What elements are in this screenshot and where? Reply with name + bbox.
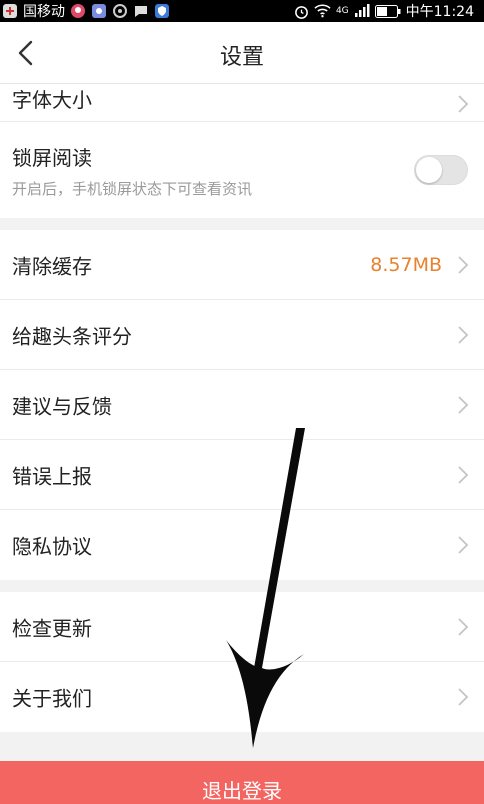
section-divider bbox=[0, 218, 484, 230]
about-label: 关于我们 bbox=[12, 686, 92, 711]
lock-screen-title: 锁屏阅读 bbox=[12, 146, 92, 170]
settings-item-error-report[interactable]: 错误上报 bbox=[0, 440, 484, 510]
settings-item-check-update[interactable]: 检查更新 bbox=[0, 592, 484, 662]
logout-button[interactable]: 退出登录 bbox=[0, 761, 484, 804]
network-type: 4G bbox=[335, 6, 349, 16]
status-bar: 国移动 4G 中午11:24 bbox=[0, 0, 484, 22]
settings-notification-icon bbox=[112, 3, 128, 19]
about-group: 检查更新 关于我们 bbox=[0, 592, 484, 732]
notification-plus-icon bbox=[2, 3, 18, 19]
chevron-right-icon bbox=[458, 688, 469, 706]
chevron-right-icon bbox=[458, 255, 469, 274]
page-title: 设置 bbox=[219, 45, 264, 70]
settings-item-about[interactable]: 关于我们 bbox=[0, 662, 484, 732]
section-divider bbox=[0, 580, 484, 592]
display-group: 字体大小 锁屏阅读 开启后，手机锁屏状态下可查看资讯 bbox=[0, 84, 484, 218]
settings-item-privacy[interactable]: 隐私协议 bbox=[0, 510, 484, 580]
chevron-right-icon bbox=[458, 617, 469, 636]
lock-screen-subtitle: 开启后，手机锁屏状态下可查看资讯 bbox=[12, 180, 253, 198]
nav-bar: 设置 bbox=[0, 22, 484, 84]
settings-item-lock-screen: 锁屏阅读 开启后，手机锁屏状态下可查看资讯 bbox=[0, 122, 484, 218]
chevron-right-icon bbox=[458, 465, 469, 484]
check-update-label: 检查更新 bbox=[12, 616, 92, 640]
wifi-icon bbox=[314, 4, 331, 18]
status-right: 4G 中午11:24 bbox=[294, 1, 474, 21]
settings-item-font-size[interactable]: 字体大小 bbox=[0, 84, 484, 122]
clock-time: 中午11:24 bbox=[405, 4, 474, 20]
general-group: 清除缓存 8.57MB 给趣头条评分 建议与反馈 错误上报 隐私协议 bbox=[0, 230, 484, 580]
signal-icon bbox=[354, 4, 370, 18]
browser-notification-icon bbox=[91, 3, 107, 19]
chevron-right-icon bbox=[458, 95, 469, 113]
chevron-right-icon bbox=[458, 325, 469, 344]
error-report-label: 错误上报 bbox=[12, 464, 92, 488]
settings-list: 字体大小 锁屏阅读 开启后，手机锁屏状态下可查看资讯 清除缓存 8.57MB 给… bbox=[0, 84, 484, 732]
rate-app-label: 给趣头条评分 bbox=[12, 324, 132, 348]
status-left: 国移动 bbox=[2, 1, 170, 21]
security-notification-icon bbox=[154, 3, 170, 19]
lock-screen-toggle[interactable] bbox=[414, 155, 468, 185]
feedback-label: 建议与反馈 bbox=[12, 394, 112, 418]
app-notification-icon bbox=[70, 3, 86, 19]
chevron-right-icon bbox=[458, 536, 469, 554]
settings-item-rate-app[interactable]: 给趣头条评分 bbox=[0, 300, 484, 370]
battery-icon bbox=[374, 4, 401, 18]
clear-cache-label: 清除缓存 bbox=[12, 254, 92, 278]
toggle-knob bbox=[416, 157, 442, 183]
font-size-label: 字体大小 bbox=[12, 88, 92, 112]
message-notification-icon bbox=[133, 3, 149, 19]
settings-item-clear-cache[interactable]: 清除缓存 8.57MB bbox=[0, 230, 484, 300]
chevron-right-icon bbox=[458, 395, 469, 414]
cache-size-value: 8.57MB bbox=[370, 253, 442, 276]
privacy-label: 隐私协议 bbox=[12, 534, 92, 559]
settings-item-feedback[interactable]: 建议与反馈 bbox=[0, 370, 484, 440]
carrier-name: 国移动 bbox=[23, 4, 65, 20]
alarm-icon bbox=[294, 4, 309, 19]
